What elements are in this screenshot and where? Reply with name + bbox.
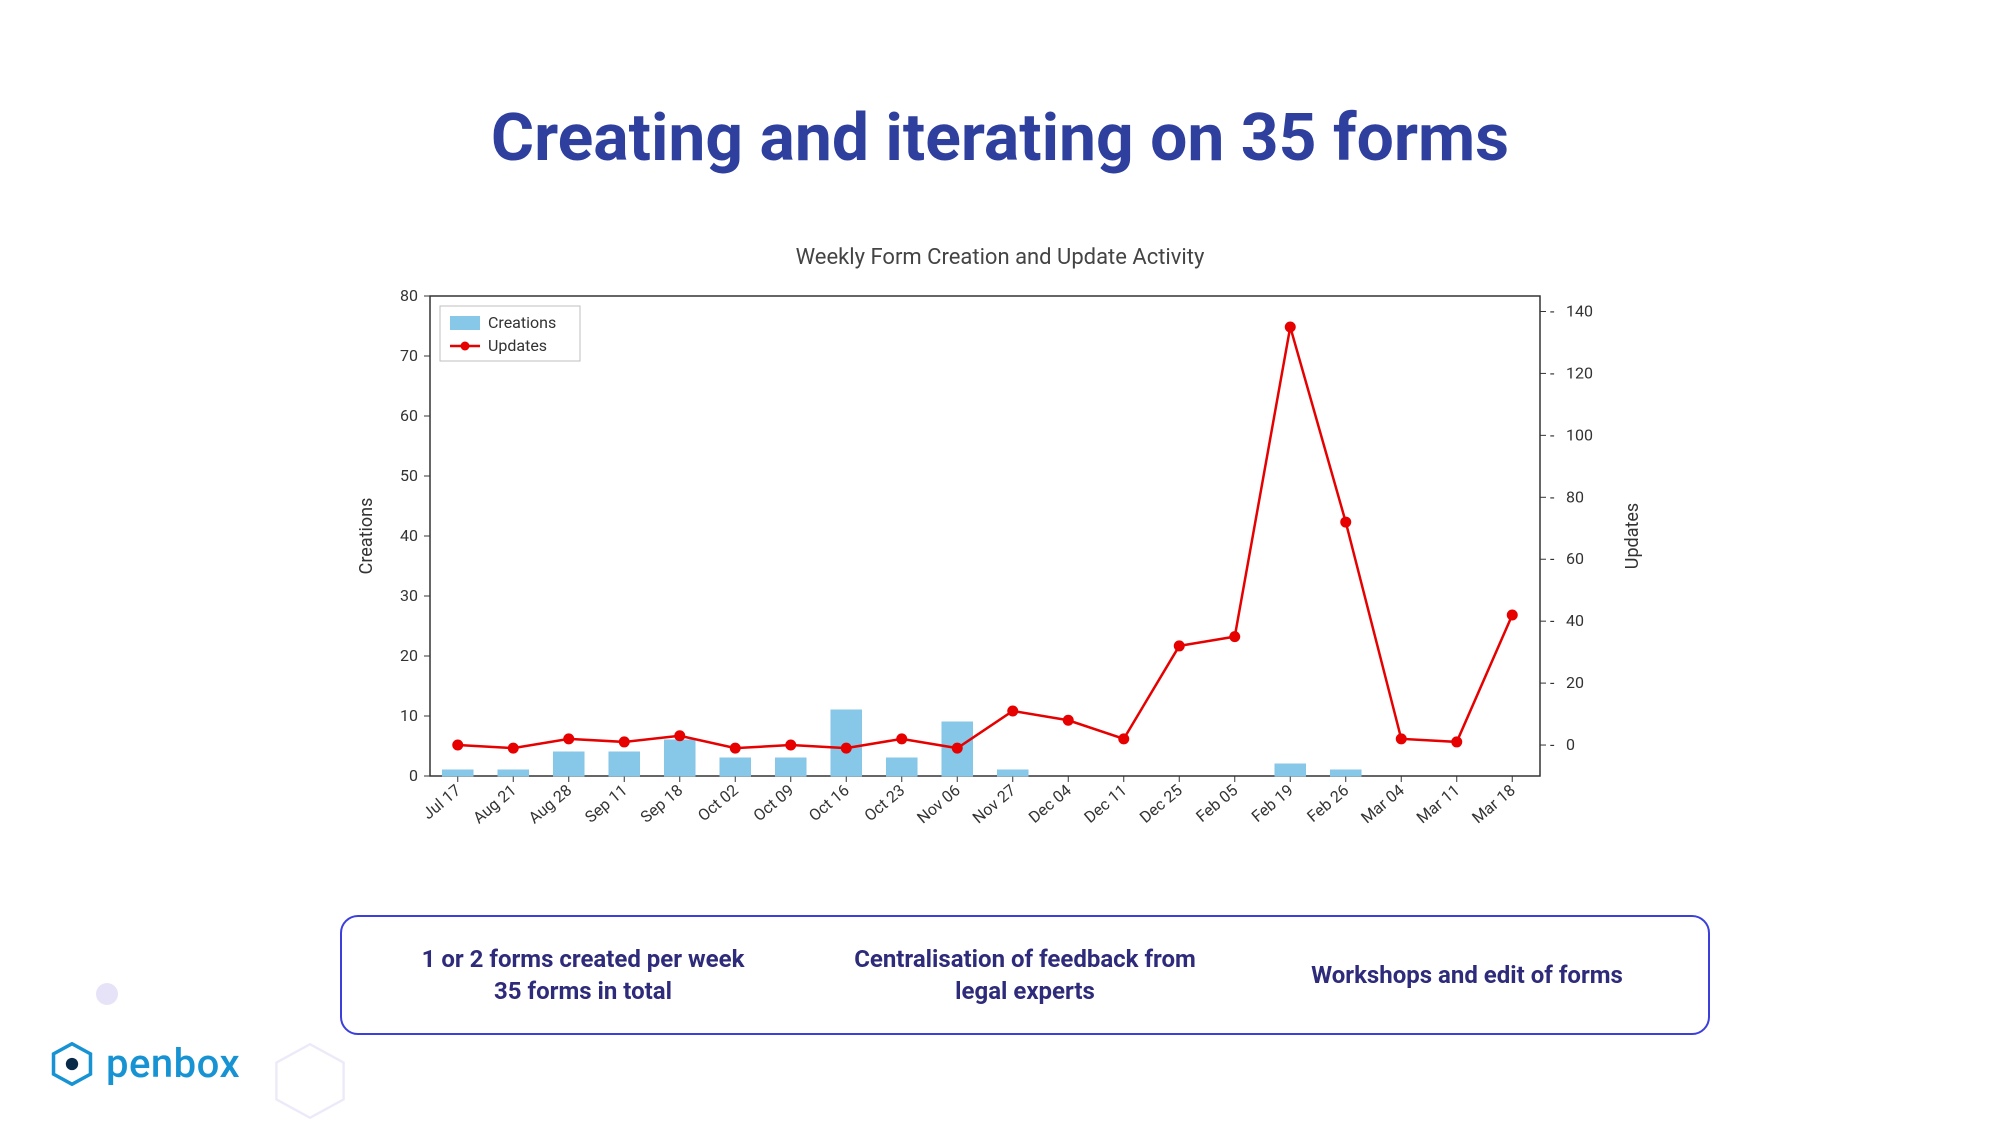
y-axis-left: 0 10 20 30 40 50 60 70 80: [400, 286, 430, 785]
svg-text:Oct 16: Oct 16: [805, 781, 853, 825]
svg-text:Sep 18: Sep 18: [637, 781, 687, 827]
deco-hex-outline: [270, 1041, 350, 1121]
page-title: Creating and iterating on 35 forms: [0, 100, 2000, 177]
caption-col-1: 1 or 2 forms created per week35 forms in…: [362, 943, 804, 1008]
svg-text:10: 10: [400, 706, 418, 725]
caption-col-3: Workshops and edit of forms: [1246, 959, 1688, 991]
svg-text:Oct 23: Oct 23: [860, 781, 908, 825]
chart-title: Weekly Form Creation and Update Activity: [350, 245, 1650, 270]
svg-text:-: -: [1550, 301, 1555, 320]
svg-text:0: 0: [1566, 735, 1575, 754]
svg-text:40: 40: [400, 526, 418, 545]
caption-col-2: Centralisation of feedback fromlegal exp…: [804, 943, 1246, 1008]
svg-text:-: -: [1550, 363, 1555, 382]
svg-text:140: 140: [1566, 301, 1593, 320]
svg-text:-: -: [1550, 673, 1555, 692]
deco-dot: [96, 983, 118, 1005]
svg-text:60: 60: [400, 406, 418, 425]
svg-text:80: 80: [400, 286, 418, 305]
svg-text:100: 100: [1566, 425, 1593, 444]
y-axis-right: 020406080100120140--------: [1540, 301, 1593, 754]
legend-updates-label: Updates: [488, 336, 547, 355]
svg-text:80: 80: [1566, 487, 1584, 506]
chart-svg: 01020304050607080 020406080100120140----…: [350, 276, 1650, 866]
svg-text:40: 40: [1566, 611, 1584, 630]
y-axis-right-label: Updates: [1622, 503, 1643, 569]
svg-text:20: 20: [400, 646, 418, 665]
svg-text:50: 50: [400, 466, 418, 485]
svg-text:-: -: [1550, 611, 1555, 630]
svg-text:70: 70: [400, 346, 418, 365]
svg-text:60: 60: [1566, 549, 1584, 568]
svg-text:Nov 27: Nov 27: [969, 781, 1020, 828]
svg-text:Mar 18: Mar 18: [1468, 781, 1519, 828]
brand-name: penbox: [106, 1040, 240, 1087]
svg-text:120: 120: [1566, 363, 1593, 382]
svg-text:-: -: [1550, 735, 1555, 754]
svg-text:Feb 19: Feb 19: [1248, 781, 1297, 826]
svg-text:Oct 02: Oct 02: [694, 781, 742, 825]
svg-text:Mar 04: Mar 04: [1357, 781, 1408, 828]
brand-hex-icon: [50, 1042, 94, 1086]
y-axis-left-label: Creations: [356, 498, 377, 575]
updates-line: [458, 327, 1513, 748]
svg-text:Feb 05: Feb 05: [1192, 781, 1241, 826]
svg-text:30: 30: [400, 586, 418, 605]
brand-logo: penbox: [50, 1040, 240, 1087]
svg-text:-: -: [1550, 425, 1555, 444]
svg-text:Mar 11: Mar 11: [1413, 781, 1464, 828]
svg-text:Sep 11: Sep 11: [581, 781, 631, 827]
svg-text:-: -: [1550, 487, 1555, 506]
chart-container: Weekly Form Creation and Update Activity…: [350, 245, 1650, 865]
updates-points: [453, 322, 1518, 753]
svg-text:Dec 25: Dec 25: [1136, 781, 1186, 827]
svg-text:Feb 26: Feb 26: [1303, 781, 1352, 826]
legend-creations-label: Creations: [488, 313, 556, 332]
svg-text:Dec 11: Dec 11: [1080, 781, 1130, 827]
svg-text:-: -: [1550, 549, 1555, 568]
svg-text:Oct 09: Oct 09: [749, 781, 797, 825]
legend: Creations Updates: [440, 306, 580, 361]
svg-text:Jul 17: Jul 17: [419, 781, 465, 824]
svg-text:Aug 21: Aug 21: [469, 781, 520, 828]
svg-text:Aug 28: Aug 28: [525, 781, 576, 828]
slide: Creating and iterating on 35 forms Weekl…: [0, 0, 2000, 1121]
svg-text:20: 20: [1566, 673, 1584, 692]
svg-text:Nov 06: Nov 06: [913, 781, 964, 828]
x-axis: Jul 17Aug 21Aug 28Sep 11Sep 18Oct 02Oct …: [419, 776, 1519, 827]
caption-box: 1 or 2 forms created per week35 forms in…: [340, 915, 1710, 1035]
svg-text:Dec 04: Dec 04: [1025, 781, 1075, 827]
svg-text:0: 0: [409, 766, 418, 785]
